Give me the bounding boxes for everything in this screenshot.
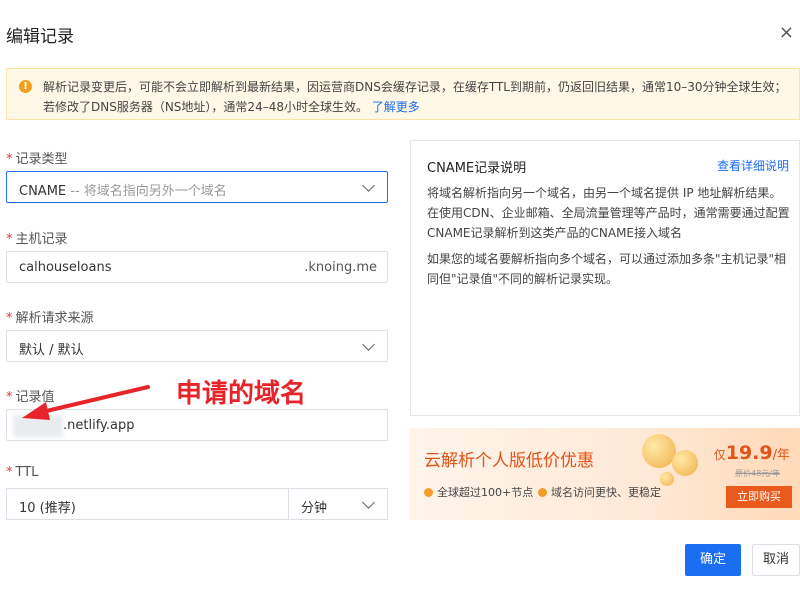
promo-title: 云解析个人版低价优惠 — [424, 451, 594, 471]
bullet-icon — [424, 488, 433, 497]
cancel-button[interactable]: 取消 — [752, 544, 800, 576]
cname-help-panel: CNAME记录说明 查看详细说明 将域名解析指向另一个域名，由另一个域名提供 I… — [410, 140, 800, 416]
promo-banner[interactable]: 云解析个人版低价优惠 仅19.9/年 原价48元/年 全球超过100+节点 域名… — [410, 428, 800, 520]
coin-icon — [672, 450, 698, 476]
coin-icon — [642, 434, 676, 468]
annotation-text: 申请的域名 — [176, 379, 307, 409]
panel-paragraph: 如果您的域名要解析指向多个域名，可以通过添加多条"主机记录"相同但"记录值"不同… — [427, 252, 787, 286]
original-price: 原价48元/年 — [735, 469, 780, 478]
confirm-button[interactable]: 确定 — [685, 544, 741, 576]
panel-title: CNAME记录说明 — [427, 161, 527, 176]
panel-paragraph: 将域名解析指向另一个域名，由另一个域名提供 IP 地址解析结果。在使用CDN、企… — [427, 186, 790, 240]
promo-price: 仅19.9/年 — [713, 442, 790, 464]
coin-icon — [660, 472, 674, 486]
panel-body: 将域名解析指向另一个域名，由另一个域名提供 IP 地址解析结果。在使用CDN、企… — [427, 183, 792, 295]
view-details-link[interactable]: 查看详细说明 — [717, 157, 789, 174]
bullet-icon — [538, 488, 547, 497]
buy-now-button[interactable]: 立即购买 — [726, 486, 792, 508]
promo-feature: 域名访问更快、更稳定 — [538, 484, 661, 500]
promo-feature: 全球超过100+节点 — [424, 484, 533, 500]
